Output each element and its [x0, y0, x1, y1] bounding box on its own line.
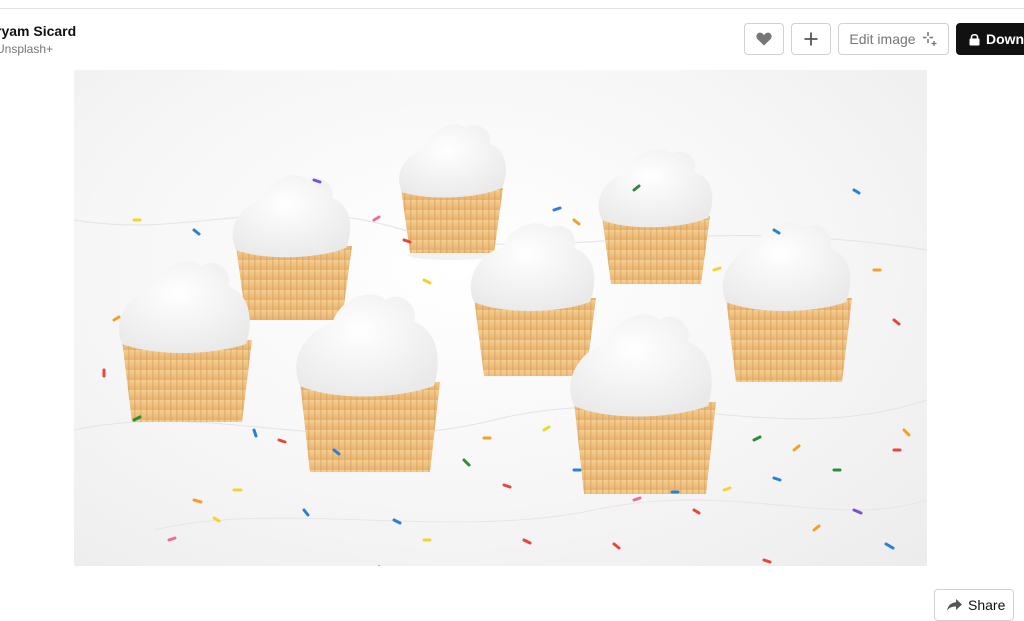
- share-button[interactable]: Share: [934, 589, 1014, 621]
- edit-image-button[interactable]: Edit image: [838, 23, 949, 55]
- lock-icon: [969, 33, 980, 45]
- cupcake-4: [722, 222, 852, 382]
- download-label: Down: [986, 31, 1024, 47]
- author-info[interactable]: ryam Sicard Unsplash+: [0, 22, 76, 57]
- download-button[interactable]: Down: [956, 23, 1024, 55]
- cupcake-2: [598, 149, 713, 284]
- author-subtitle[interactable]: Unsplash+: [0, 41, 76, 57]
- cupcake-7: [296, 294, 440, 472]
- author-name[interactable]: ryam Sicard: [0, 22, 76, 40]
- cupcake-3: [232, 175, 352, 320]
- share-arrow-icon: [947, 599, 962, 611]
- plus-icon: [804, 32, 818, 46]
- add-to-collection-button[interactable]: [791, 23, 831, 55]
- share-label: Share: [968, 597, 1006, 613]
- sparkle-icon: [922, 32, 937, 46]
- cupcake-1: [399, 124, 506, 260]
- cupcake-photo-illustration: [74, 124, 927, 566]
- heart-icon: [756, 32, 772, 46]
- cupcake-6: [118, 261, 252, 422]
- top-divider: [0, 8, 1024, 9]
- cupcake-8: [570, 314, 716, 494]
- edit-image-label: Edit image: [849, 31, 916, 47]
- like-button[interactable]: [744, 23, 784, 55]
- photo-cupcakes[interactable]: [74, 70, 927, 566]
